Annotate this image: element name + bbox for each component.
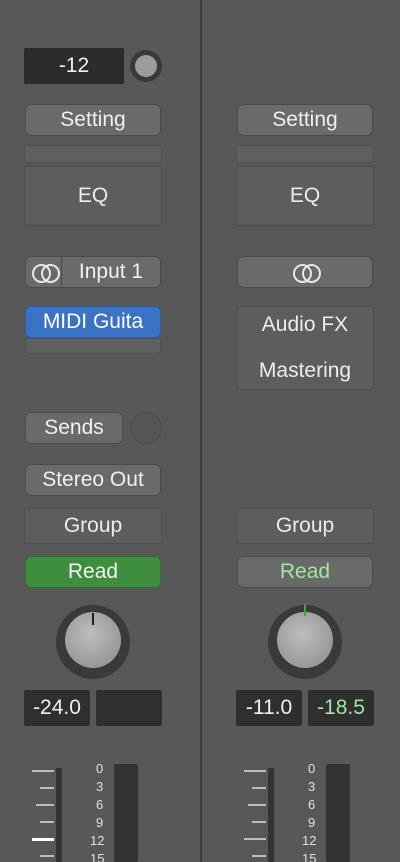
link-icon — [290, 262, 321, 283]
eq-label: EQ — [289, 184, 321, 207]
eq-panel[interactable]: EQ — [24, 166, 162, 226]
volume-readout[interactable]: -24.0 — [24, 690, 90, 726]
sends-label: Sends — [44, 416, 104, 439]
output-label: Stereo Out — [42, 468, 144, 491]
meter-scale-label: 15 — [90, 851, 105, 862]
fader-track[interactable] — [56, 768, 62, 862]
channel-strip-left: -12 Setting EQ Input 1 MIDI Guita Sends … — [0, 0, 200, 862]
meter-scale-label: 0 — [96, 761, 104, 776]
peak-readout[interactable]: -18.5 — [308, 690, 374, 726]
meter-scale-label: 15 — [302, 851, 317, 862]
automation-read-button[interactable]: Read — [25, 556, 161, 588]
setting-label: Setting — [60, 108, 126, 131]
audio-fx-plugin-label: Mastering — [258, 359, 352, 382]
meter-scale-label: 3 — [308, 779, 316, 794]
gain-knob[interactable] — [130, 50, 162, 82]
setting-button[interactable]: Setting — [25, 104, 161, 136]
meter-scale-label: 12 — [90, 833, 105, 848]
fader-track[interactable] — [268, 768, 274, 862]
group-label: Group — [63, 514, 123, 537]
meter-scale-label: 9 — [308, 815, 316, 830]
midi-fx-slot[interactable] — [236, 145, 374, 163]
sends-knob[interactable] — [130, 412, 162, 444]
peak-value: -18.5 — [317, 696, 365, 719]
output-button[interactable]: Stereo Out — [25, 464, 161, 496]
input-link-button[interactable] — [237, 256, 373, 288]
meter-scale-label: 12 — [302, 833, 317, 848]
level-meter — [326, 764, 350, 862]
volume-readout[interactable]: -11.0 — [236, 690, 302, 726]
setting-label: Setting — [272, 108, 338, 131]
link-icon — [26, 257, 62, 287]
eq-panel[interactable]: EQ — [236, 166, 374, 226]
instrument-button[interactable]: MIDI Guita — [25, 306, 161, 338]
automation-label: Read — [67, 560, 119, 583]
meter-scale-label: 9 — [96, 815, 104, 830]
automation-read-button[interactable]: Read — [237, 556, 373, 588]
meter-scale-label: 6 — [96, 797, 104, 812]
volume-value: -24.0 — [33, 696, 81, 719]
input-button[interactable]: Input 1 — [25, 256, 161, 288]
level-meter — [114, 764, 138, 862]
setting-button[interactable]: Setting — [237, 104, 373, 136]
gain-value: -12 — [58, 54, 90, 77]
audio-fx-label: Audio FX — [261, 313, 349, 336]
volume-value: -11.0 — [245, 696, 293, 719]
input-label: Input 1 — [78, 260, 144, 283]
meter-scale-label: 3 — [96, 779, 104, 794]
audio-fx-slot[interactable] — [25, 338, 161, 354]
group-slot[interactable]: Group — [236, 508, 374, 544]
midi-fx-slot[interactable] — [24, 145, 162, 163]
eq-label: EQ — [77, 184, 109, 207]
meter-scale-label: 6 — [308, 797, 316, 812]
audio-fx-slot[interactable]: Audio FX Mastering — [236, 306, 374, 390]
group-slot[interactable]: Group — [24, 508, 162, 544]
automation-label: Read — [279, 560, 331, 583]
channel-strip-right: Setting EQ Audio FX Mastering Group Read… — [202, 0, 400, 862]
instrument-label: MIDI Guita — [42, 310, 144, 333]
group-label: Group — [275, 514, 335, 537]
sends-button[interactable]: Sends — [25, 412, 123, 444]
peak-readout[interactable] — [96, 690, 162, 726]
meter-scale-label: 0 — [308, 761, 316, 776]
gain-field[interactable]: -12 — [24, 48, 124, 84]
